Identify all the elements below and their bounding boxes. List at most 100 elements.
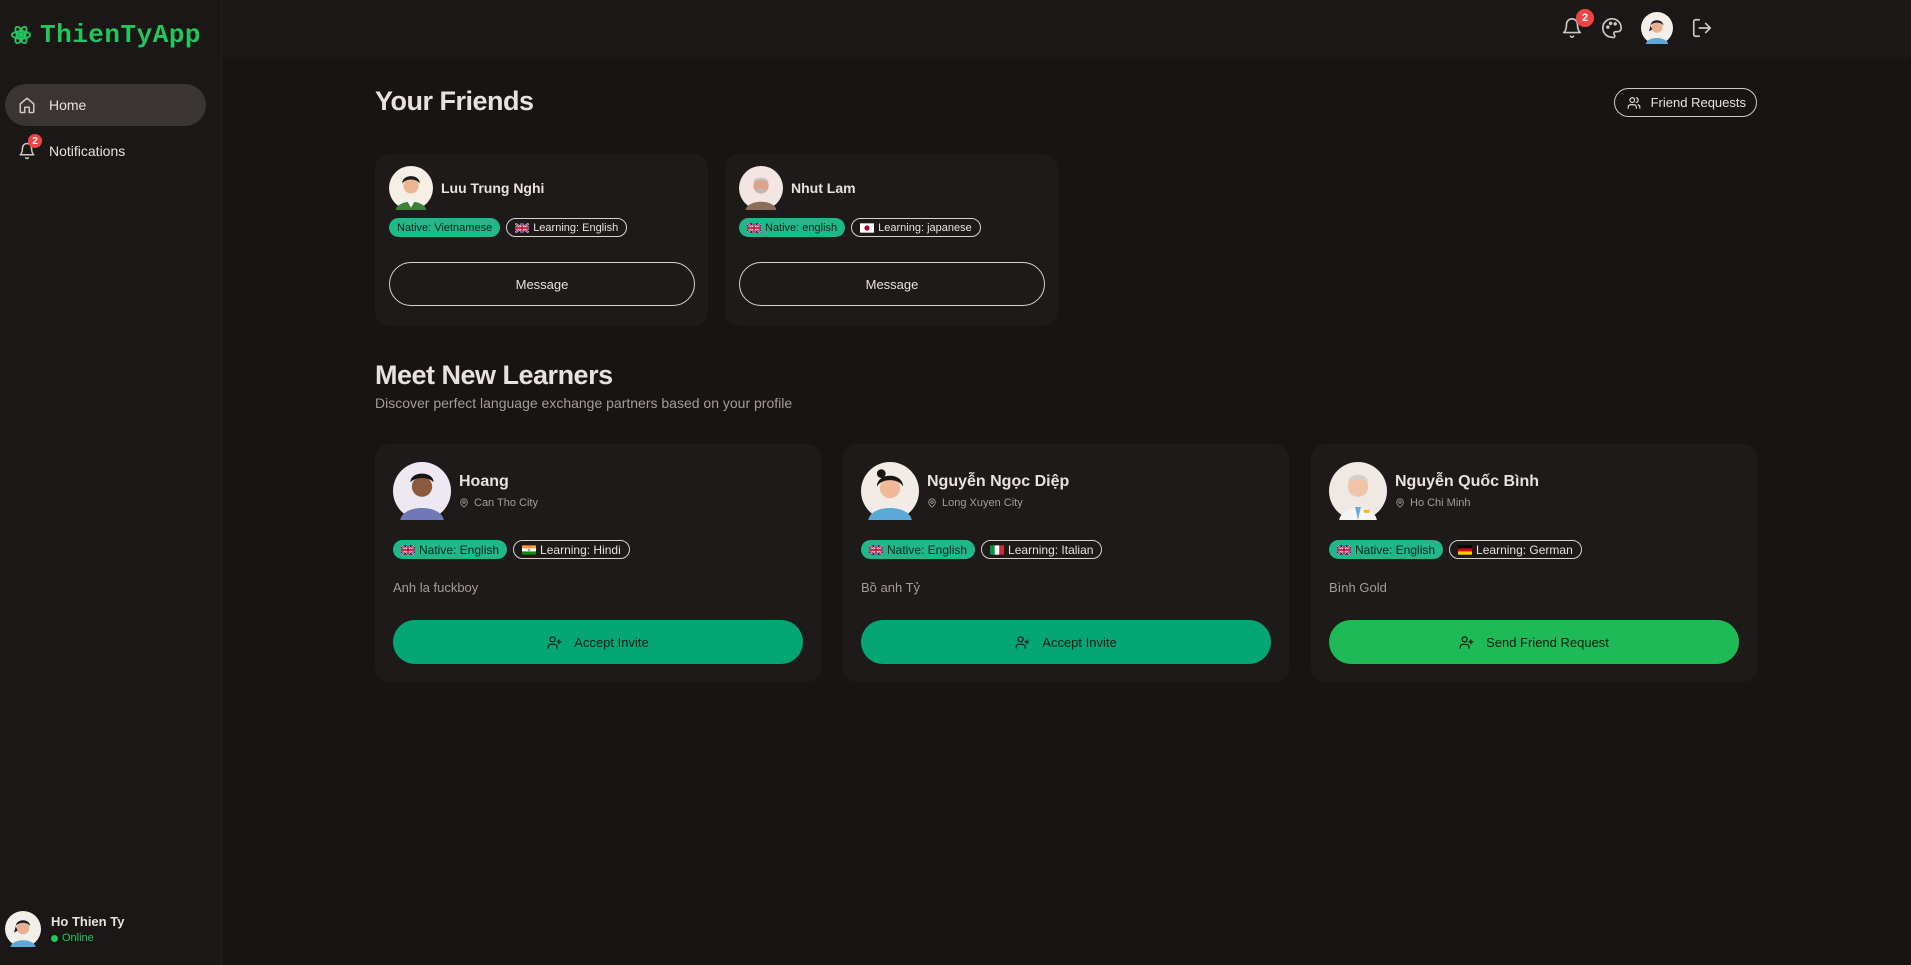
logout-button[interactable] bbox=[1691, 17, 1713, 39]
send-friend-request-button[interactable]: Send Friend Request bbox=[1329, 620, 1739, 664]
current-user[interactable]: Ho Thien Ty Online bbox=[5, 911, 124, 947]
location-text: Ho Chi Minh bbox=[1410, 497, 1471, 509]
native-language-tag: Native: english bbox=[739, 218, 846, 237]
native-language-tag: Native: English bbox=[1329, 540, 1444, 559]
theme-button[interactable] bbox=[1601, 17, 1623, 39]
button-label: Accept Invite bbox=[574, 634, 649, 650]
status-text: Online bbox=[62, 932, 94, 944]
avatar bbox=[389, 166, 433, 210]
location-text: Can Tho City bbox=[474, 497, 538, 509]
section-subtitle: Discover perfect language exchange partn… bbox=[375, 395, 793, 411]
language-tags: Native: English Learning: Italian bbox=[861, 540, 1103, 559]
friend-name: Luu Trung Nghi bbox=[441, 180, 545, 196]
logout-icon bbox=[1692, 18, 1712, 38]
button-label: Send Friend Request bbox=[1486, 634, 1609, 650]
section-title-learners: Meet New Learners bbox=[375, 360, 613, 390]
learning-language-label: Learning: japanese bbox=[878, 221, 972, 234]
learning-language-tag: Learning: English bbox=[506, 218, 628, 237]
sidebar-item-label: Home bbox=[49, 97, 87, 113]
atom-icon bbox=[10, 25, 32, 45]
language-tags: Native: English Learning: Hindi bbox=[393, 540, 630, 559]
avatar bbox=[5, 911, 41, 947]
map-pin-icon bbox=[460, 498, 468, 508]
language-tags: Native: Vietnamese Learning: English bbox=[389, 218, 628, 237]
learner-card: Nguyễn Ngọc Diệp Long Xuyen City Native:… bbox=[843, 444, 1289, 682]
uk-flag-icon bbox=[515, 222, 530, 233]
native-language-tag: Native: English bbox=[393, 540, 508, 559]
palette-icon bbox=[1602, 18, 1622, 39]
online-dot bbox=[51, 934, 58, 942]
native-language-tag: Native: English bbox=[861, 540, 976, 559]
avatar bbox=[1329, 462, 1387, 520]
germany-flag-icon bbox=[1458, 544, 1473, 555]
section-title-friends: Your Friends bbox=[375, 86, 534, 116]
learner-card: Hoang Can Tho City Native: English Learn… bbox=[375, 444, 821, 682]
native-language-tag: Native: Vietnamese bbox=[389, 218, 501, 237]
users-icon bbox=[1627, 96, 1641, 109]
uk-flag-icon bbox=[1337, 544, 1351, 555]
native-language-label: Native: English bbox=[1355, 542, 1436, 557]
learner-bio: Bồ anh Tỷ bbox=[861, 580, 921, 595]
notification-badge: 2 bbox=[1576, 9, 1594, 27]
accept-invite-button[interactable]: Accept Invite bbox=[393, 620, 803, 664]
learning-language-label: Learning: German bbox=[1476, 542, 1573, 557]
friend-requests-label: Friend Requests bbox=[1650, 95, 1746, 110]
notifications-button[interactable]: 2 bbox=[1561, 9, 1594, 39]
learner-location: Ho Chi Minh bbox=[1395, 497, 1539, 509]
sidebar-item-notifications[interactable]: 2 Notifications bbox=[5, 130, 206, 172]
language-tags: Native: English Learning: German bbox=[1329, 540, 1582, 559]
learner-bio: Anh la fuckboy bbox=[393, 580, 479, 595]
friend-requests-button[interactable]: Friend Requests bbox=[1613, 88, 1757, 117]
learning-language-tag: Learning: japanese bbox=[851, 218, 981, 237]
user-plus-icon bbox=[1459, 635, 1474, 649]
native-language-label: Native: English bbox=[419, 542, 500, 557]
learning-language-tag: Learning: German bbox=[1449, 540, 1582, 559]
message-button[interactable]: Message bbox=[739, 262, 1045, 306]
sidebar: ThienTyApp Home 2 Notifications Ho Thien… bbox=[0, 0, 222, 965]
friend-name: Nhut Lam bbox=[791, 180, 856, 196]
map-pin-icon bbox=[1396, 498, 1404, 508]
avatar bbox=[861, 462, 919, 520]
italy-flag-icon bbox=[990, 544, 1005, 555]
avatar[interactable] bbox=[1641, 12, 1673, 44]
user-plus-icon bbox=[1015, 635, 1030, 649]
user-plus-icon bbox=[547, 635, 562, 649]
app-logo[interactable]: ThienTyApp bbox=[10, 18, 201, 52]
friend-card: Nhut Lam Native: english Learning: japan… bbox=[725, 154, 1058, 326]
user-name: Ho Thien Ty bbox=[51, 914, 125, 929]
uk-flag-icon bbox=[747, 222, 761, 233]
learning-language-tag: Learning: Hindi bbox=[513, 540, 630, 559]
accept-invite-button[interactable]: Accept Invite bbox=[861, 620, 1271, 664]
location-text: Long Xuyen City bbox=[942, 497, 1023, 509]
learner-card: Nguyễn Quốc Bình Ho Chi Minh Native: Eng… bbox=[1311, 444, 1757, 682]
japan-flag-icon bbox=[860, 222, 875, 233]
message-button[interactable]: Message bbox=[389, 262, 695, 306]
learner-location: Long Xuyen City bbox=[927, 497, 1069, 509]
uk-flag-icon bbox=[401, 544, 415, 555]
learner-name: Nguyễn Quốc Bình bbox=[1395, 473, 1539, 490]
learner-name: Hoang bbox=[459, 473, 509, 490]
sidebar-item-home[interactable]: Home bbox=[5, 84, 206, 126]
learner-bio: Bình Gold bbox=[1329, 580, 1387, 595]
sidebar-nav: Home 2 Notifications bbox=[5, 84, 206, 176]
avatar bbox=[739, 166, 783, 210]
learning-language-label: Learning: Italian bbox=[1008, 542, 1094, 557]
topbar-actions: 2 bbox=[1561, 9, 1713, 44]
avatar bbox=[393, 462, 451, 520]
learning-language-tag: Learning: Italian bbox=[981, 540, 1103, 559]
learner-location: Can Tho City bbox=[459, 497, 538, 509]
home-icon bbox=[19, 97, 35, 114]
topbar: 2 bbox=[222, 0, 1911, 58]
learning-language-label: Learning: Hindi bbox=[540, 542, 621, 557]
native-language-label: Native: English bbox=[887, 542, 968, 557]
learner-name: Nguyễn Ngọc Diệp bbox=[927, 473, 1070, 490]
india-flag-icon bbox=[522, 544, 537, 555]
notification-badge: 2 bbox=[28, 134, 42, 148]
uk-flag-icon bbox=[869, 544, 883, 555]
app-name: ThienTyApp bbox=[40, 20, 202, 50]
learning-language-label: Learning: English bbox=[533, 221, 619, 234]
native-language-label: Native: english bbox=[765, 221, 838, 234]
language-tags: Native: english Learning: japanese bbox=[739, 218, 981, 237]
sidebar-item-label: Notifications bbox=[49, 143, 126, 159]
map-pin-icon bbox=[928, 498, 936, 508]
